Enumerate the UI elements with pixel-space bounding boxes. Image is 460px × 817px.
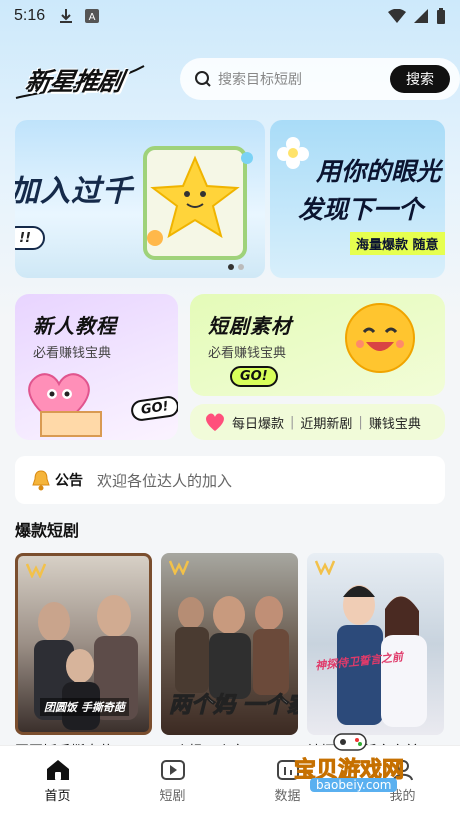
star-mascot-icon [143,146,253,260]
quick-links-bar: 每日爆款 | 近期新剧 | 赚钱宝典 [190,404,445,440]
banner-slide-1-text: 加入过千 [15,174,133,209]
search-box[interactable]: 搜索目标短剧 搜索 [180,58,460,100]
drama-card[interactable]: 神探侍卫誓言之前 神探侍卫誓言之前 [307,553,444,761]
banner-slide-2-line1: 用你的眼光 [316,157,442,186]
tutorial-card[interactable]: 新人教程 必看赚钱宝典 GO! [15,294,178,440]
banner-dot-active [228,264,234,270]
link-separator: | [358,414,363,430]
banner-dots [228,264,244,270]
tutorial-go-badge[interactable]: GO! [129,394,178,423]
nav-home-label: 首页 [44,789,71,804]
nav-home[interactable]: 首页 [18,759,98,804]
status-time: 5:16 [14,7,46,24]
smiley-icon [345,303,415,373]
banner-dot [238,264,244,270]
download-icon [60,9,73,23]
status-bar: 5:16 A [0,0,460,32]
drama-poster[interactable]: 团圆饭 手撕奇葩 [15,553,152,735]
bell-icon [32,470,50,491]
drama-card[interactable]: 两个妈 一个家 两个妈一个家 [161,553,298,761]
search-icon [195,71,211,87]
link-money-guide[interactable]: 赚钱宝典 [369,413,421,432]
tutorial-card-title: 新人教程 [33,314,117,338]
drama-poster[interactable]: 两个妈 一个家 [161,553,298,735]
flower-icon [277,137,309,169]
wifi-icon [388,9,406,23]
banner-slide-1[interactable]: 加入过千 !! [15,120,265,278]
gamepad-icon [333,733,367,751]
logo-text: 新星推剧 [23,67,125,96]
poster-figures-icon [337,585,427,727]
watermark-url: baobeiy.com [310,778,398,792]
notice-bar[interactable]: 公告 欢迎各位达人的加入 [15,456,445,504]
svg-text:A: A [89,12,96,23]
link-recent-dramas[interactable]: 近期新剧 [300,413,352,432]
banner-slide-2-tag: 海量爆款 随意 [350,232,445,255]
notice-label: 公告 [55,473,83,489]
heart-icon [206,413,224,431]
link-separator: | [290,414,295,430]
play-icon [160,760,185,780]
header: 新星推剧 搜索目标短剧 搜索 [14,58,460,102]
drama-card[interactable]: 团圆饭 手撕奇葩 团圆饭手撕奇葩 [15,553,152,761]
drama-list: 团圆饭 手撕奇葩 团圆饭手撕奇葩 两个妈 一个家 两个妈一个家 [15,553,455,761]
section-title: 爆款短剧 [15,521,80,540]
nav-dramas[interactable]: 短剧 [133,759,213,804]
banner-slide-1-pill: !! [15,226,45,250]
search-input[interactable]: 搜索目标短剧 [218,69,302,89]
notice-text: 欢迎各位达人的加入 [97,471,233,490]
banner-slide-2[interactable]: 用你的眼光 发现下一个 海量爆款 随意 [270,120,445,278]
home-icon [46,760,69,780]
material-card-title: 短剧素材 [208,314,292,338]
app-a-icon: A [85,9,100,23]
link-daily-hits[interactable]: 每日爆款 [232,413,284,432]
material-card[interactable]: 短剧素材 必看赚钱宝典 GO! [190,294,445,396]
material-go-badge[interactable]: GO! [230,366,278,387]
drama-poster[interactable]: 神探侍卫誓言之前 [307,553,444,735]
banner-carousel[interactable]: 加入过千 !! 用你的眼光 发现下一个 海量爆款 随意 [15,120,445,278]
material-card-subtitle: 必看赚钱宝典 [208,346,287,361]
banner-slide-2-line2: 发现下一个 [298,195,424,224]
heart-gift-icon [28,373,102,437]
signal-icon [414,9,428,23]
search-button[interactable]: 搜索 [390,65,450,93]
battery-icon [437,8,445,24]
drama-poster-text: 两个妈 一个家 [169,693,298,719]
app-logo: 新星推剧 [14,58,146,102]
nav-dramas-label: 短剧 [159,789,186,804]
drama-poster-text: 团圆饭 手撕奇葩 [40,698,129,716]
tutorial-card-subtitle: 必看赚钱宝典 [33,346,112,361]
watermark: 宝贝游戏网 baobeiy.com [280,733,430,794]
